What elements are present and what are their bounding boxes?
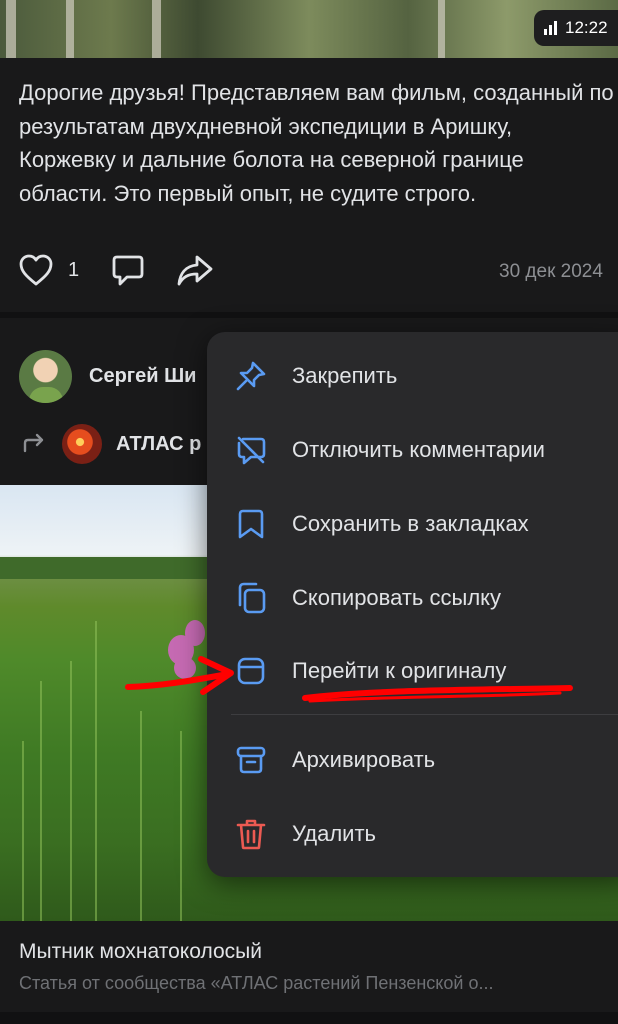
post-date: 30 дек 2024 bbox=[499, 261, 603, 282]
repost-source[interactable]: АТЛАС р bbox=[22, 424, 201, 464]
like-count: 1 bbox=[68, 258, 80, 281]
comments-off-icon bbox=[234, 433, 268, 467]
repost-icon bbox=[22, 431, 46, 458]
previous-post-photo bbox=[0, 0, 618, 58]
menu-item-delete[interactable]: Удалить bbox=[207, 806, 618, 862]
menu-divider bbox=[231, 714, 618, 715]
post-actions: 1 30 дек 2024 bbox=[18, 253, 618, 293]
menu-item-label: Удалить bbox=[292, 821, 376, 846]
copy-icon bbox=[234, 581, 268, 615]
repost-avatar[interactable] bbox=[62, 424, 102, 464]
pin-icon bbox=[234, 359, 268, 393]
post-separator bbox=[0, 312, 618, 318]
menu-item-archive[interactable]: Архивировать bbox=[207, 732, 618, 788]
comment-button[interactable] bbox=[111, 253, 145, 287]
comment-icon bbox=[111, 253, 145, 287]
menu-item-copy-link[interactable]: Скопировать ссылку bbox=[207, 570, 618, 626]
menu-item-label: Закрепить bbox=[292, 363, 398, 388]
status-bar: 12:22 bbox=[534, 10, 618, 46]
menu-item-go-to-original[interactable]: Перейти к оригиналу bbox=[207, 643, 618, 699]
bookmark-icon bbox=[234, 507, 268, 541]
signal-icon bbox=[544, 21, 557, 35]
share-icon bbox=[176, 253, 214, 287]
menu-item-label: Скопировать ссылку bbox=[292, 585, 502, 610]
author-name[interactable]: Сергей Ши bbox=[89, 365, 196, 388]
menu-item-disable-comments[interactable]: Отключить комментарии bbox=[207, 422, 618, 478]
archive-icon bbox=[234, 743, 268, 777]
menu-item-bookmark[interactable]: Сохранить в закладках bbox=[207, 496, 618, 552]
context-menu: Закрепить Отключить комментарии Сохранит… bbox=[207, 332, 618, 877]
post-text: Дорогие друзья! Представляем вам фильм, … bbox=[19, 80, 614, 206]
menu-item-label: Отключить комментарии bbox=[292, 437, 545, 462]
menu-item-pin[interactable]: Закрепить bbox=[207, 348, 618, 404]
menu-item-label: Архивировать bbox=[292, 747, 436, 772]
heart-icon bbox=[18, 253, 54, 287]
original-icon bbox=[234, 654, 268, 688]
article-subtitle: Статья от сообщества «АТЛАС растений Пен… bbox=[19, 973, 494, 993]
menu-item-label: Сохранить в закладках bbox=[292, 511, 529, 536]
article-title[interactable]: Мытник мохнатоколосый bbox=[19, 940, 262, 964]
repost-source-name[interactable]: АТЛАС р bbox=[116, 433, 201, 456]
like-button[interactable]: 1 bbox=[18, 253, 79, 287]
status-time: 12:22 bbox=[565, 18, 608, 37]
avatar[interactable] bbox=[19, 350, 72, 403]
menu-item-label: Перейти к оригиналу bbox=[292, 658, 507, 683]
bottom-separator bbox=[0, 1012, 618, 1024]
trash-icon bbox=[234, 817, 268, 851]
share-button[interactable] bbox=[176, 253, 214, 287]
post-author[interactable]: Сергей Ши bbox=[19, 350, 196, 403]
